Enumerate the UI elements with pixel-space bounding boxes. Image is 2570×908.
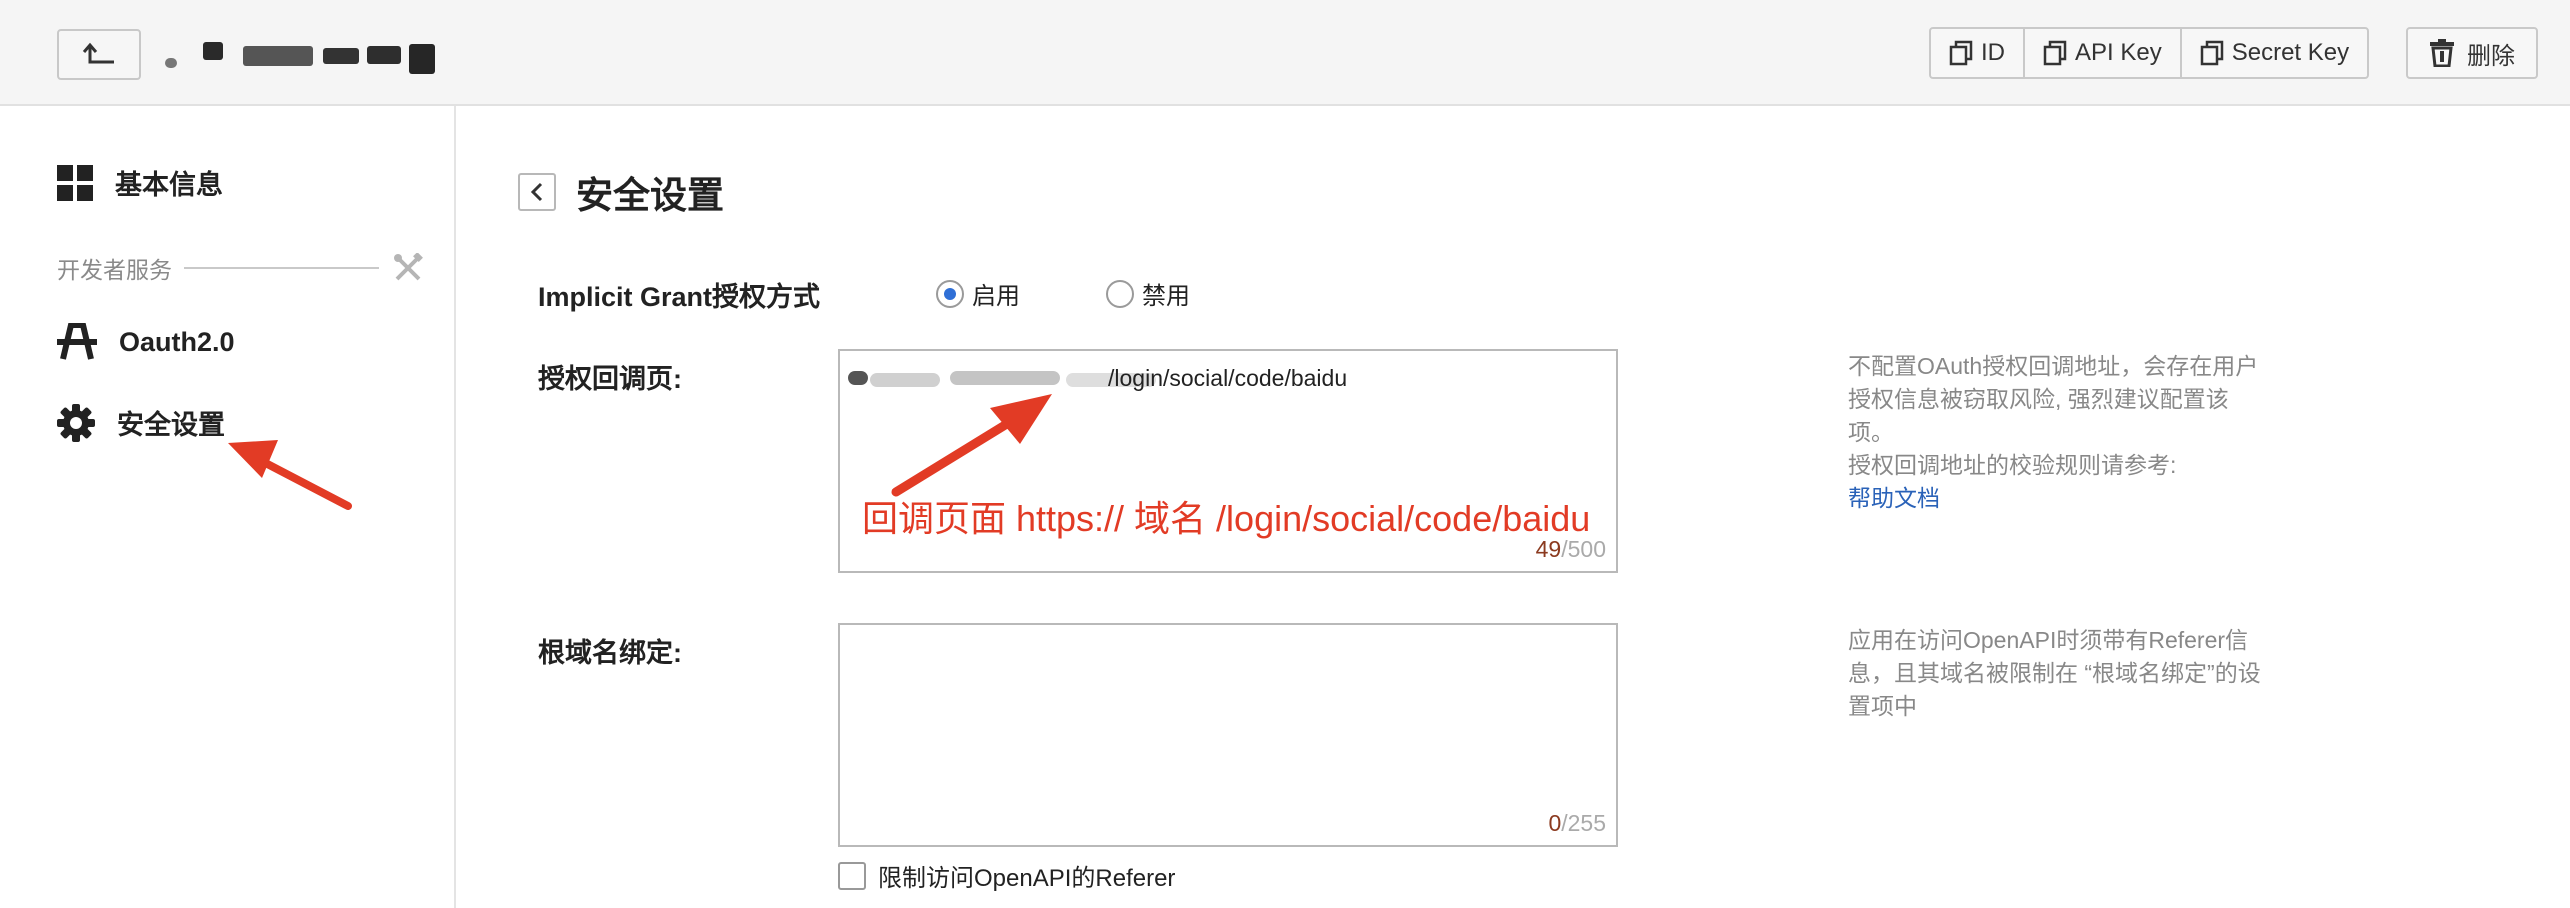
copy-icon	[2043, 40, 2067, 66]
app-root: ID API Key Secret Key 删除 基本信息 开发者服务 Oaut…	[0, 0, 2570, 908]
radio-label: 启用	[972, 283, 1020, 310]
back-button[interactable]	[57, 29, 141, 80]
app-name-redacted	[165, 34, 440, 78]
sidebar-item-label: 基本信息	[115, 170, 223, 200]
copy-api-key-button[interactable]: API Key	[2023, 29, 2180, 77]
page-back-button[interactable]	[518, 173, 556, 211]
callback-label: 授权回调页:	[538, 364, 682, 394]
copy-icon	[1949, 40, 1973, 66]
return-icon	[82, 42, 114, 63]
checkbox-label: 限制访问OpenAPI的Referer	[878, 865, 1176, 892]
root-domain-textarea[interactable]: 0/255	[838, 623, 1618, 847]
callback-hint-rule: 授权回调地址的校验规则请参考:	[1848, 452, 2177, 478]
root-domain-label: 根域名绑定:	[538, 638, 682, 668]
root-domain-char-counter: 0/255	[1548, 810, 1606, 837]
top-header: ID API Key Secret Key 删除	[0, 0, 2570, 106]
counter-current: 0	[1548, 810, 1562, 836]
help-doc-link[interactable]: 帮助文档	[1848, 482, 2268, 515]
delete-label: 删除	[2467, 42, 2515, 70]
sidebar: 基本信息 开发者服务 Oauth2.0 安全设置	[0, 106, 456, 908]
callback-hint-text: 不配置OAuth授权回调地址，会存在用户授权信息被窃取风险, 强烈建议配置该项。	[1848, 353, 2259, 445]
copy-api-key-label: API Key	[2075, 39, 2162, 66]
tools-icon	[394, 253, 423, 281]
section-label: 开发者服务	[57, 257, 172, 283]
page-header: 安全设置	[518, 165, 724, 219]
gear-icon	[57, 403, 95, 442]
copy-id-label: ID	[1981, 39, 2005, 66]
trash-icon	[2430, 39, 2454, 67]
section-divider	[184, 267, 379, 269]
radio-checked-indicator	[936, 279, 964, 308]
callback-hint: 不配置OAuth授权回调地址，会存在用户授权信息被窃取风险, 强烈建议配置该项。…	[1848, 350, 2268, 515]
page-title: 安全设置	[576, 175, 724, 216]
copy-icon	[2200, 40, 2223, 66]
copy-secret-key-button[interactable]: Secret Key	[2179, 29, 2367, 77]
oauth-icon	[57, 323, 97, 360]
delete-button[interactable]: 删除	[2406, 27, 2538, 79]
copy-secret-key-label: Secret Key	[2231, 39, 2350, 66]
sidebar-item-label: 安全设置	[117, 410, 225, 440]
checkbox-box	[838, 861, 866, 890]
grid-icon	[57, 164, 93, 201]
radio-unchecked-indicator	[1106, 279, 1134, 308]
chevron-left-icon	[530, 182, 543, 202]
sidebar-item-security[interactable]: 安全设置	[57, 403, 225, 442]
counter-max: /255	[1561, 810, 1606, 836]
referer-restrict-checkbox[interactable]: 限制访问OpenAPI的Referer	[838, 858, 1175, 893]
radio-label: 禁用	[1142, 283, 1190, 310]
key-actions-group: ID API Key Secret Key	[1929, 27, 2370, 79]
copy-id-button[interactable]: ID	[1931, 29, 2023, 77]
implicit-grant-enable-radio[interactable]: 启用	[936, 276, 1020, 311]
implicit-grant-disable-radio[interactable]: 禁用	[1106, 276, 1190, 311]
developer-services-section: 开发者服务	[57, 248, 423, 288]
implicit-grant-label: Implicit Grant授权方式	[538, 282, 821, 312]
callback-annotation: 回调页面 https:// 域名 /login/social/code/baid…	[862, 498, 1591, 539]
sidebar-item-oauth[interactable]: Oauth2.0	[57, 323, 235, 361]
callback-url-value: /login/social/code/baidu	[1108, 365, 1348, 391]
sidebar-item-basic-info[interactable]: 基本信息	[57, 163, 223, 202]
root-domain-hint: 应用在访问OpenAPI时须带有Referer信息，且其域名被限制在 “根域名绑…	[1848, 627, 2261, 719]
sidebar-item-label: Oauth2.0	[119, 326, 235, 357]
